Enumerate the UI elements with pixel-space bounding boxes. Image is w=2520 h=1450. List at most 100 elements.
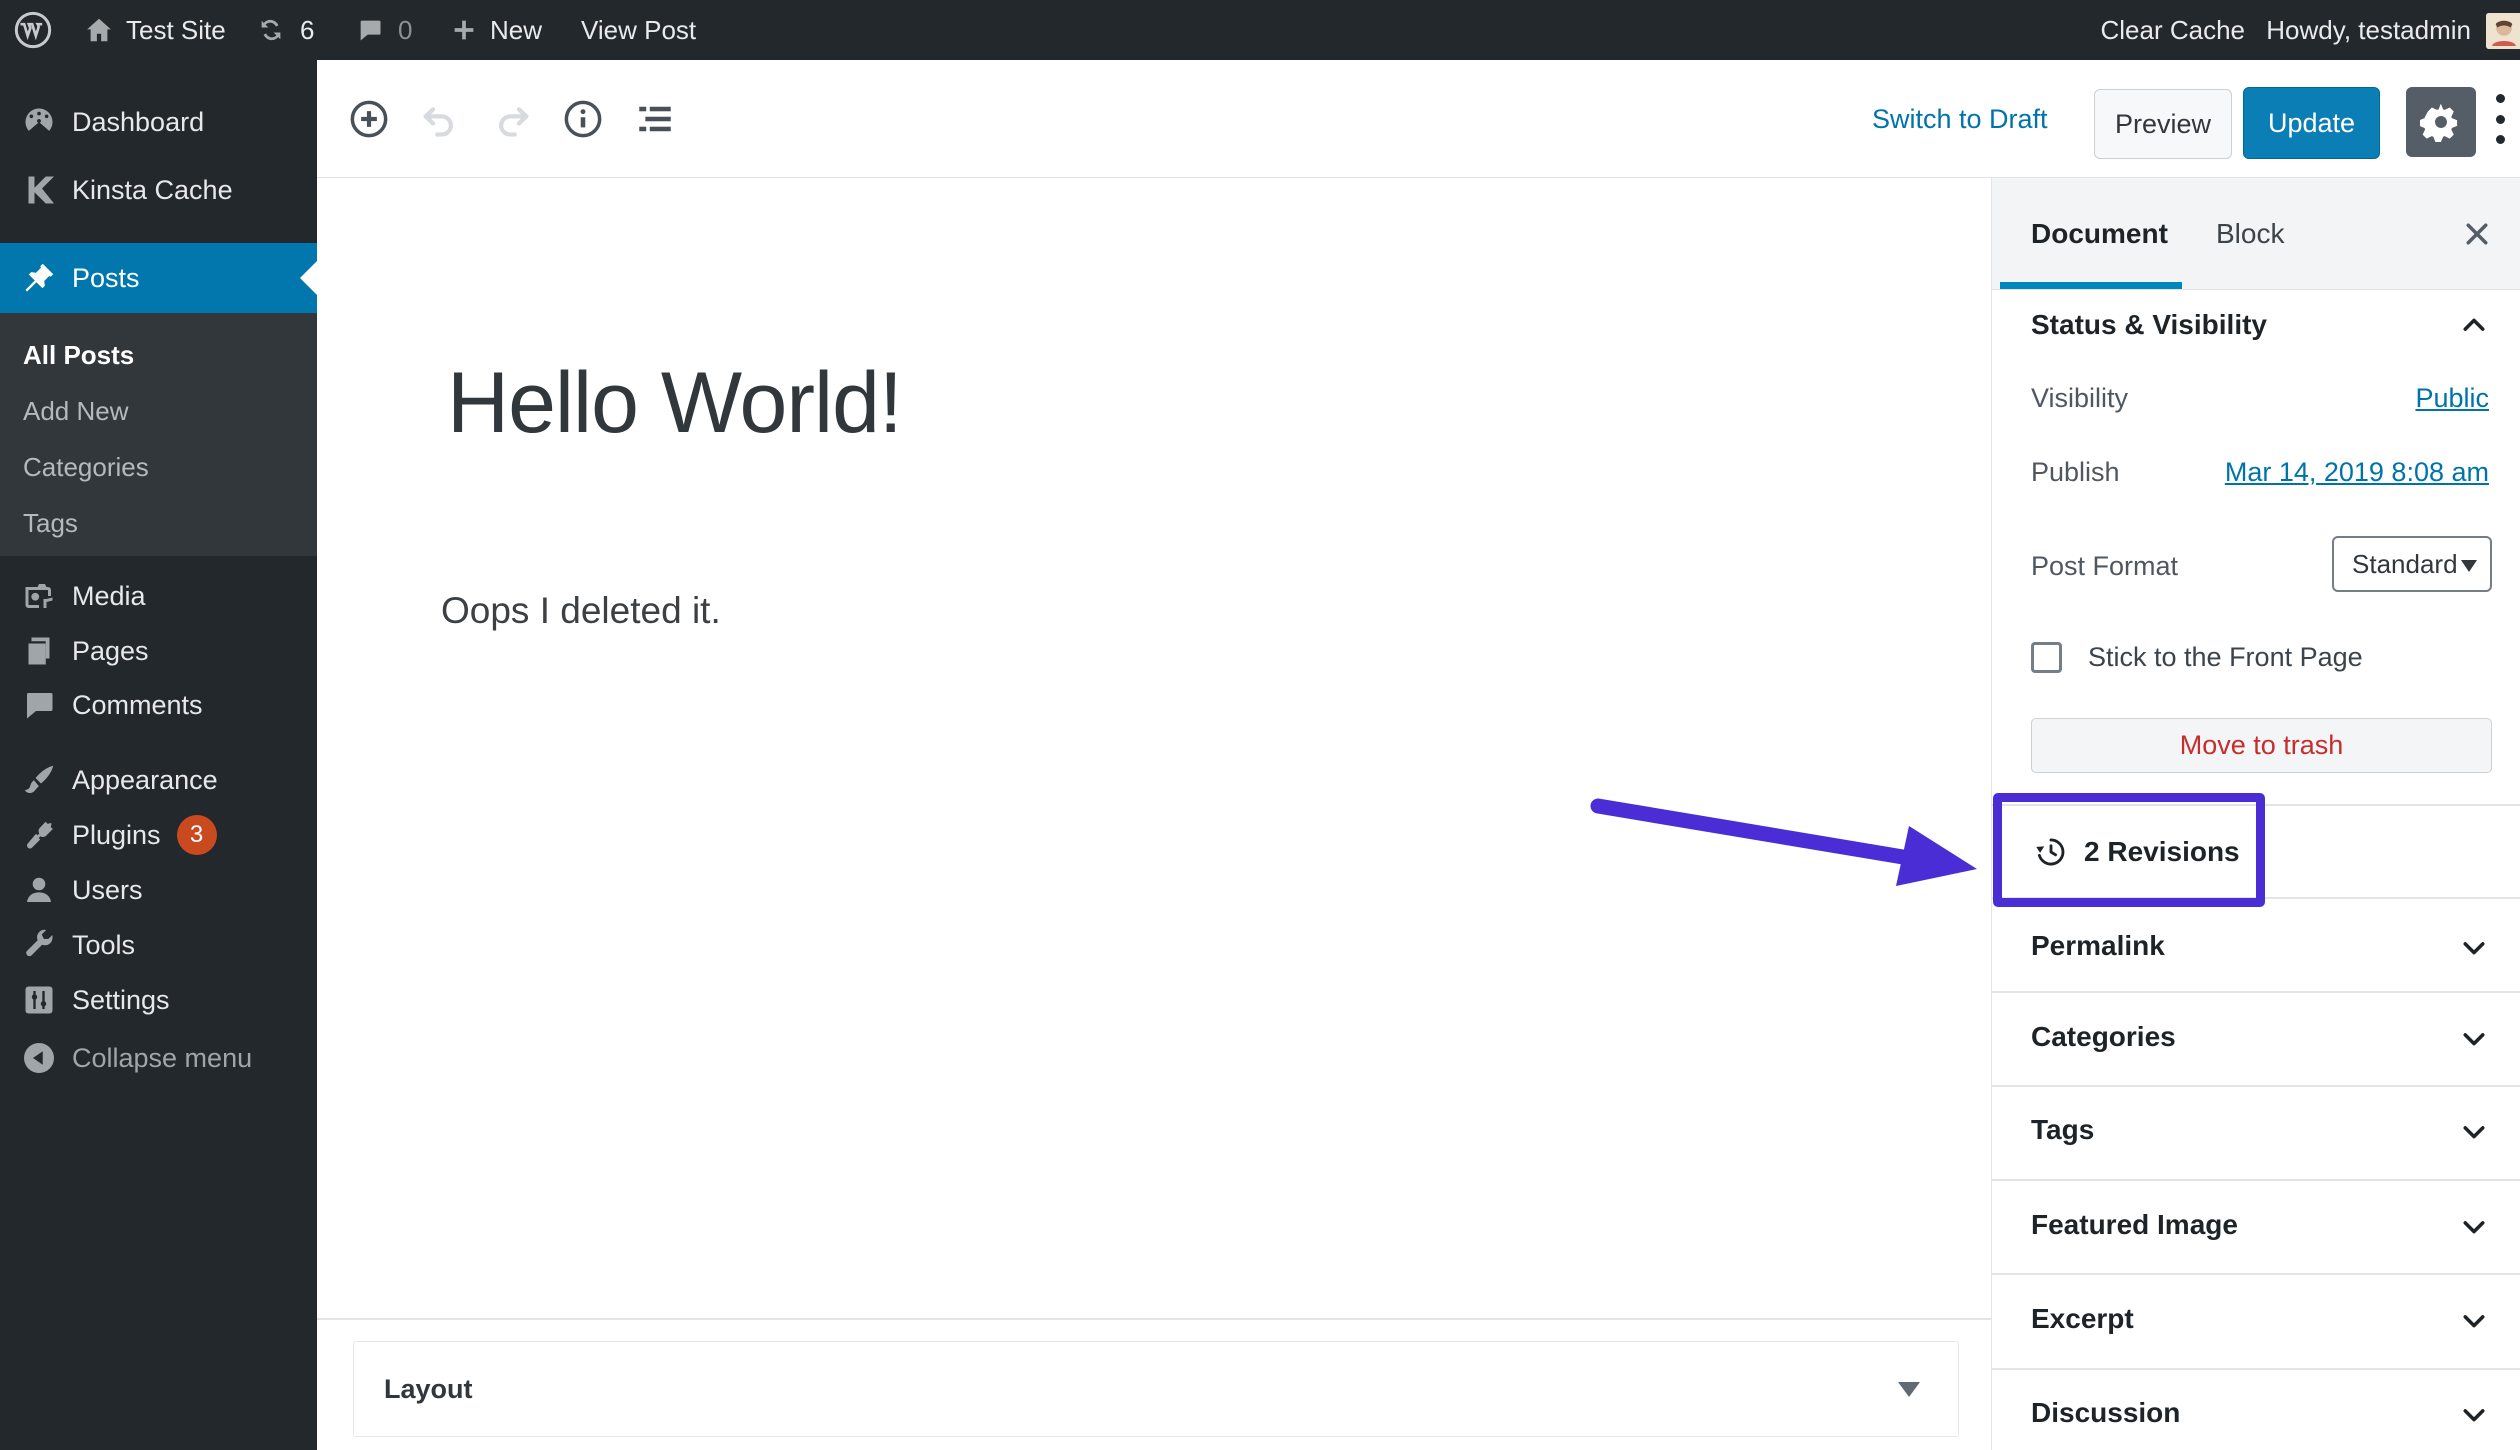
comment-icon <box>360 20 381 41</box>
sidebar-item-collapse-menu[interactable]: Collapse menu <box>0 1031 317 1085</box>
switch-to-draft-link[interactable]: Switch to Draft <box>1872 60 2048 178</box>
section-permalink[interactable]: Permalink <box>2031 930 2165 962</box>
sidebar-item-label: Dashboard <box>72 106 205 137</box>
divider <box>1992 897 2520 899</box>
publish-value-link[interactable]: Mar 14, 2019 8:08 am <box>2225 457 2489 488</box>
add-block-button[interactable] <box>348 98 390 140</box>
chevron-down-icon[interactable] <box>2460 1213 2488 1241</box>
post-title[interactable]: Hello World! <box>447 356 903 451</box>
sidebar-subitem-categories[interactable]: Categories <box>0 444 317 490</box>
sidebar-item-label: Pages <box>72 635 149 666</box>
sidebar-subitem-add-new[interactable]: Add New <box>0 388 317 434</box>
publish-label: Publish <box>2031 457 2120 487</box>
divider <box>1992 1273 2520 1275</box>
status-visibility-heading[interactable]: Status & Visibility <box>2031 309 2267 341</box>
appearance-brush-icon <box>24 765 54 794</box>
chevron-down-icon[interactable] <box>2460 1118 2488 1146</box>
layout-metabox: Layout <box>353 1341 1959 1437</box>
home-icon <box>87 18 111 42</box>
sticky-checkbox[interactable] <box>2031 642 2062 673</box>
layout-metabox-toggle[interactable] <box>1898 1382 1920 1397</box>
kinsta-k-icon <box>28 176 54 204</box>
revisions-label: 2 Revisions <box>2084 836 2240 867</box>
new-label: New <box>490 14 543 45</box>
sidebar-item-pages[interactable]: Pages <box>0 624 317 678</box>
admin-sidebar: Dashboard Kinsta Cache Posts All Posts A… <box>0 60 317 1450</box>
settings-gear-button[interactable] <box>2406 87 2476 157</box>
new-menu-item[interactable]: New <box>450 0 542 60</box>
preview-button[interactable]: Preview <box>2094 89 2232 159</box>
visibility-label: Visibility <box>2031 383 2129 413</box>
avatar-face <box>2486 13 2520 49</box>
editor-canvas: Hello World! Oops I deleted it. Layout <box>317 178 1991 1450</box>
sidebar-item-label: Users <box>72 874 143 905</box>
post-format-select[interactable]: Standard <box>2332 536 2492 592</box>
sidebar-item-label: Appearance <box>72 764 218 795</box>
tab-document[interactable]: Document <box>2031 178 2168 290</box>
section-featured-image[interactable]: Featured Image <box>2031 1209 2238 1241</box>
section-tags[interactable]: Tags <box>2031 1114 2094 1146</box>
site-name: Test Site <box>126 14 226 45</box>
users-person-icon <box>27 877 51 902</box>
admin-bar: Test Site 6 0 New View Post Clear Cache <box>0 0 2520 60</box>
sidebar-item-label: Comments <box>72 689 203 720</box>
chevron-up-icon[interactable] <box>2460 311 2488 339</box>
section-categories[interactable]: Categories <box>2031 1021 2176 1053</box>
chevron-down-icon[interactable] <box>2460 934 2488 962</box>
avatar[interactable] <box>2486 13 2520 49</box>
visibility-value-link[interactable]: Public <box>2415 383 2489 414</box>
sidebar-item-media[interactable]: Media <box>0 569 317 623</box>
chevron-down-icon[interactable] <box>2460 1025 2488 1053</box>
metabox-divider <box>317 1318 1991 1320</box>
sidebar-item-tools[interactable]: Tools <box>0 918 317 972</box>
sidebar-item-label: Collapse menu <box>72 1042 253 1073</box>
section-excerpt[interactable]: Excerpt <box>2031 1303 2134 1335</box>
clear-cache-link[interactable]: Clear Cache <box>2100 0 2245 60</box>
select-caret-icon <box>2461 560 2477 572</box>
redo-button[interactable] <box>491 98 533 140</box>
document-settings-sidebar: Document Block Status & Visibility Visib… <box>1991 178 2520 1450</box>
site-menu-item[interactable]: Test Site <box>84 0 226 60</box>
more-options-button[interactable] <box>2496 94 2506 144</box>
updates-count: 6 <box>300 14 315 45</box>
sidebar-item-dashboard[interactable]: Dashboard <box>0 95 317 149</box>
sidebar-item-plugins[interactable]: Plugins 3 <box>0 808 317 862</box>
sidebar-item-label: Tools <box>72 929 136 960</box>
sidebar-item-kinsta-cache[interactable]: Kinsta Cache <box>0 163 317 217</box>
revisions-row[interactable]: 2 Revisions <box>1992 806 2520 898</box>
active-tab-underline <box>2000 282 2182 289</box>
sidebar-item-label: Media <box>72 580 146 611</box>
settings-sliders-icon <box>25 986 53 1014</box>
plugins-plug-icon <box>27 821 53 849</box>
wordpress-logo-icon[interactable] <box>13 0 53 60</box>
tab-block[interactable]: Block <box>2216 178 2284 290</box>
sidebar-item-appearance[interactable]: Appearance <box>0 753 317 807</box>
comments-bubble-icon <box>27 693 53 719</box>
wordpress-editor-screen: Test Site 6 0 New View Post Clear Cache <box>0 0 2520 1450</box>
content-structure-button[interactable] <box>562 98 604 140</box>
sidebar-item-settings[interactable]: Settings <box>0 973 317 1027</box>
sidebar-subitem-tags[interactable]: Tags <box>0 500 317 546</box>
sidebar-item-label: Posts <box>72 262 140 293</box>
gear-icon <box>2420 104 2458 142</box>
comments-menu-item[interactable]: 0 <box>356 0 412 60</box>
section-discussion[interactable]: Discussion <box>2031 1397 2180 1429</box>
media-camera-icon <box>25 584 53 608</box>
pages-icon <box>28 637 50 665</box>
sidebar-item-comments[interactable]: Comments <box>0 678 317 732</box>
updates-menu-item[interactable]: 6 <box>256 0 314 60</box>
chevron-down-icon[interactable] <box>2460 1307 2488 1335</box>
post-paragraph[interactable]: Oops I deleted it. <box>441 590 721 632</box>
move-to-trash-button[interactable]: Move to trash <box>2031 718 2492 773</box>
block-navigation-button[interactable] <box>634 98 676 140</box>
close-settings-icon[interactable] <box>2462 219 2492 249</box>
editor-toolbar: Switch to Draft Preview Update <box>317 60 2520 178</box>
howdy-account-link[interactable]: Howdy, testadmin <box>2266 0 2471 60</box>
sidebar-item-posts[interactable]: Posts <box>0 243 317 313</box>
view-post-link[interactable]: View Post <box>581 0 696 60</box>
chevron-down-icon[interactable] <box>2460 1401 2488 1429</box>
sidebar-item-users[interactable]: Users <box>0 863 317 917</box>
update-button[interactable]: Update <box>2243 87 2380 159</box>
undo-button[interactable] <box>419 98 461 140</box>
sidebar-subitem-all-posts[interactable]: All Posts <box>0 332 317 378</box>
